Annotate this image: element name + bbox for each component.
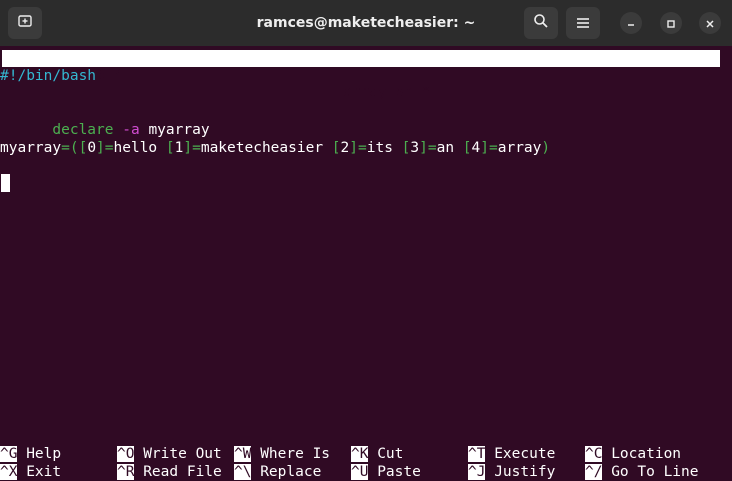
shortcut-label: Where Is xyxy=(260,446,331,462)
minimize-button[interactable] xyxy=(620,12,642,34)
new-tab-button[interactable] xyxy=(8,7,42,39)
shortcut-item[interactable]: ^O Write Out xyxy=(117,445,222,463)
shortcut-label: Exit xyxy=(26,464,62,480)
shortcut-key: ^K xyxy=(351,446,369,462)
shortcut-item[interactable]: ^J Justify xyxy=(468,463,555,481)
shortcut-item[interactable]: ^X Exit xyxy=(0,463,61,481)
shortcut-item[interactable]: ^\ Replace xyxy=(234,463,321,481)
code-token: [ xyxy=(165,140,175,156)
menu-button[interactable] xyxy=(566,7,600,39)
shortcut-key: ^R xyxy=(117,464,135,480)
code-token: ]= xyxy=(349,140,367,156)
shortcut-label: Go To Line xyxy=(611,464,699,480)
code-keyword: declare xyxy=(52,122,114,138)
title-bar: ramces@maketecheasier: ~ xyxy=(0,0,732,46)
shortcut-label: Justify xyxy=(494,464,556,480)
shortcut-label: Help xyxy=(26,446,62,462)
shortcut-label: Execute xyxy=(494,446,556,462)
shortcut-item[interactable]: ^U Paste xyxy=(351,463,421,481)
code-line-3: declare -a myarray xyxy=(0,103,209,138)
close-icon xyxy=(705,14,715,33)
code-identifier: myarray xyxy=(148,122,210,138)
new-tab-icon xyxy=(17,13,33,33)
shortcut-key: ^C xyxy=(585,446,603,462)
code-token: 2 xyxy=(340,140,350,156)
code-token: maketecheasier xyxy=(200,140,332,156)
code-token: ]= xyxy=(183,140,201,156)
shortcut-key: ^U xyxy=(351,464,369,480)
code-token: its xyxy=(366,140,402,156)
search-icon xyxy=(533,13,549,33)
shortcut-key: ^/ xyxy=(585,464,603,480)
code-token: ) xyxy=(541,140,551,156)
code-token: 4 xyxy=(471,140,481,156)
shortcut-item[interactable]: ^K Cut xyxy=(351,445,403,463)
shortcut-item[interactable]: ^W Where Is xyxy=(234,445,330,463)
shortcut-key: ^O xyxy=(117,446,135,462)
shortcut-key: ^J xyxy=(468,464,486,480)
shortcut-key: ^X xyxy=(0,464,18,480)
maximize-icon xyxy=(666,14,676,33)
code-token: [ xyxy=(78,140,88,156)
shortcut-label: Location xyxy=(611,446,682,462)
code-token: ]= xyxy=(419,140,437,156)
shortcut-item[interactable]: ^R Read File xyxy=(117,463,222,481)
shortcut-item[interactable]: ^G Help xyxy=(0,445,61,463)
search-button[interactable] xyxy=(524,7,558,39)
hamburger-menu-icon xyxy=(576,14,590,33)
shortcut-label: Cut xyxy=(377,446,404,462)
code-token: an xyxy=(436,140,463,156)
shortcut-label: Write Out xyxy=(143,446,222,462)
code-line-5: myarray=([0]=hello [1]=maketecheasier [2… xyxy=(0,139,550,157)
minimize-icon xyxy=(626,14,636,33)
code-token: 3 xyxy=(410,140,420,156)
shortcut-key: ^T xyxy=(468,446,486,462)
maximize-button[interactable] xyxy=(660,12,682,34)
shortcut-label: Read File xyxy=(143,464,222,480)
code-option: -a xyxy=(122,122,140,138)
close-button[interactable] xyxy=(699,12,721,34)
code-token: =( xyxy=(61,140,79,156)
shortcut-key: ^G xyxy=(0,446,18,462)
nano-filename: array.sh * xyxy=(343,84,431,100)
shortcut-key: ^W xyxy=(234,446,252,462)
shortcut-item[interactable]: ^/ Go To Line xyxy=(585,463,699,481)
code-token: ]= xyxy=(96,140,114,156)
shortcut-key: ^\ xyxy=(234,464,252,480)
code-token: [ xyxy=(331,140,341,156)
code-line-1: #!/bin/bash xyxy=(0,68,97,84)
code-token: myarray xyxy=(0,140,62,156)
code-token: hello xyxy=(113,140,166,156)
code-token: array xyxy=(497,140,542,156)
code-token: ]= xyxy=(480,140,498,156)
code-token: [ xyxy=(462,140,472,156)
nano-header-bar: GNU nano 6.4 array.sh * xyxy=(2,50,720,100)
shortcut-item[interactable]: ^C Location xyxy=(585,445,681,463)
text-cursor xyxy=(1,174,10,192)
shortcut-label: Paste xyxy=(377,464,421,480)
shortcut-label: Replace xyxy=(260,464,322,480)
terminal-window: ramces@maketecheasier: ~ GNU nano 6.4 ar… xyxy=(0,0,732,481)
shortcut-item[interactable]: ^T Execute xyxy=(468,445,555,463)
code-token: 0 xyxy=(87,140,97,156)
terminal-content[interactable]: GNU nano 6.4 array.sh * #!/bin/bash decl… xyxy=(0,48,732,481)
